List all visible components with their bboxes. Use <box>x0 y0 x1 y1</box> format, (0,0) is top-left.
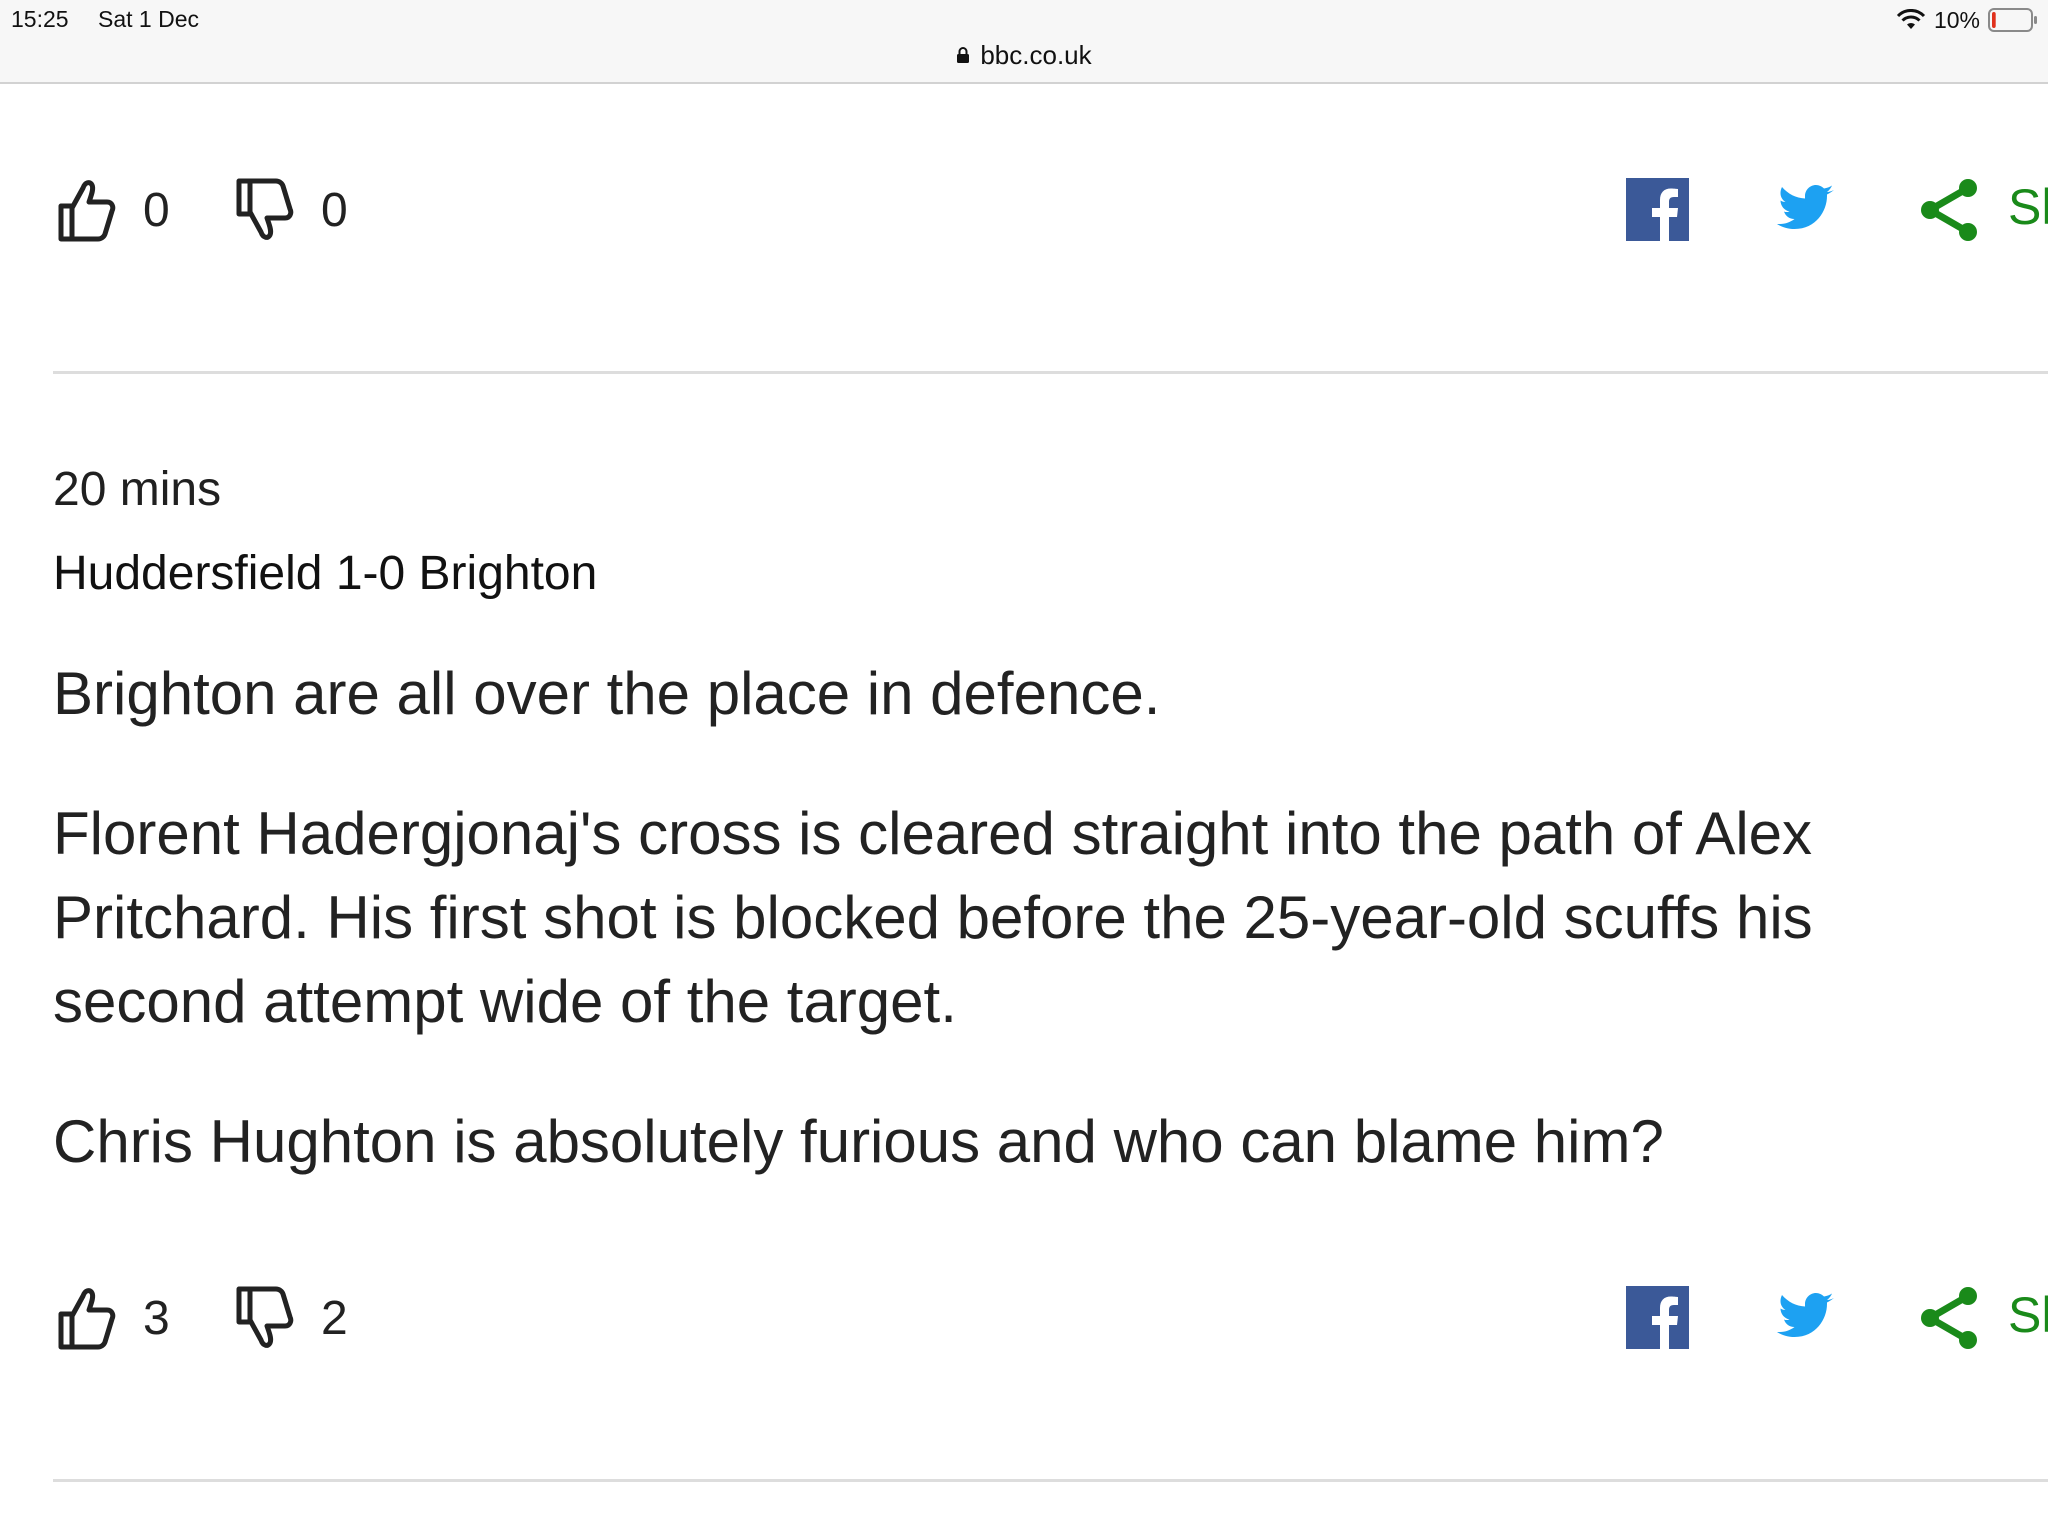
browser-top-bar: 15:25 Sat 1 Dec 10% bbc.co.uk <box>0 0 2048 84</box>
post-paragraph: Brighton are all over the place in defen… <box>53 660 1161 727</box>
share-icon[interactable] <box>1918 1284 1982 1352</box>
share-icon[interactable] <box>1918 176 1982 244</box>
twitter-icon[interactable] <box>1772 183 1836 237</box>
reaction-bar: 0 0 Sh <box>0 170 2048 250</box>
facebook-icon[interactable] <box>1626 178 1689 241</box>
dislike-count: 0 <box>321 183 348 237</box>
post-title: Huddersfield 1-0 Brighton <box>53 547 598 600</box>
status-date: Sat 1 Dec <box>98 6 199 32</box>
status-indicators: 10% <box>1896 5 2038 35</box>
url-text: bbc.co.uk <box>980 39 1092 70</box>
wifi-icon <box>1896 9 1926 29</box>
twitter-icon[interactable] <box>1772 1291 1836 1345</box>
share-label[interactable]: Sh <box>2008 178 2048 236</box>
divider <box>53 1479 2048 1482</box>
post-timestamp: 20 mins <box>53 463 222 516</box>
reaction-bar: 3 2 Sh <box>0 1278 2048 1358</box>
status-time: 15:25 <box>11 6 69 32</box>
thumbs-down-icon <box>236 178 294 240</box>
thumbs-down-icon <box>236 1286 294 1348</box>
share-label[interactable]: Sh <box>2008 1286 2048 1344</box>
battery-icon <box>1988 8 2037 32</box>
like-count: 3 <box>143 1291 170 1345</box>
thumbs-up-icon <box>58 180 116 242</box>
like-button[interactable]: 0 <box>57 170 170 250</box>
post-paragraph: Chris Hughton is absolutely furious and … <box>53 1108 1664 1175</box>
dislike-button[interactable]: 0 <box>235 170 348 250</box>
like-button[interactable]: 3 <box>57 1278 170 1358</box>
like-count: 0 <box>143 183 170 237</box>
dislike-count: 2 <box>321 1291 348 1345</box>
post-paragraph: Florent Hadergjonaj's cross is cleared s… <box>53 800 1813 1035</box>
dislike-button[interactable]: 2 <box>235 1278 348 1358</box>
battery-percentage: 10% <box>1933 6 1980 33</box>
facebook-icon[interactable] <box>1626 1286 1689 1349</box>
post-body: Brighton are all over the place in defen… <box>53 652 2003 1240</box>
address-bar[interactable]: bbc.co.uk <box>0 38 2048 72</box>
divider <box>53 371 2048 374</box>
lock-icon <box>957 47 970 63</box>
thumbs-up-icon <box>58 1288 116 1350</box>
